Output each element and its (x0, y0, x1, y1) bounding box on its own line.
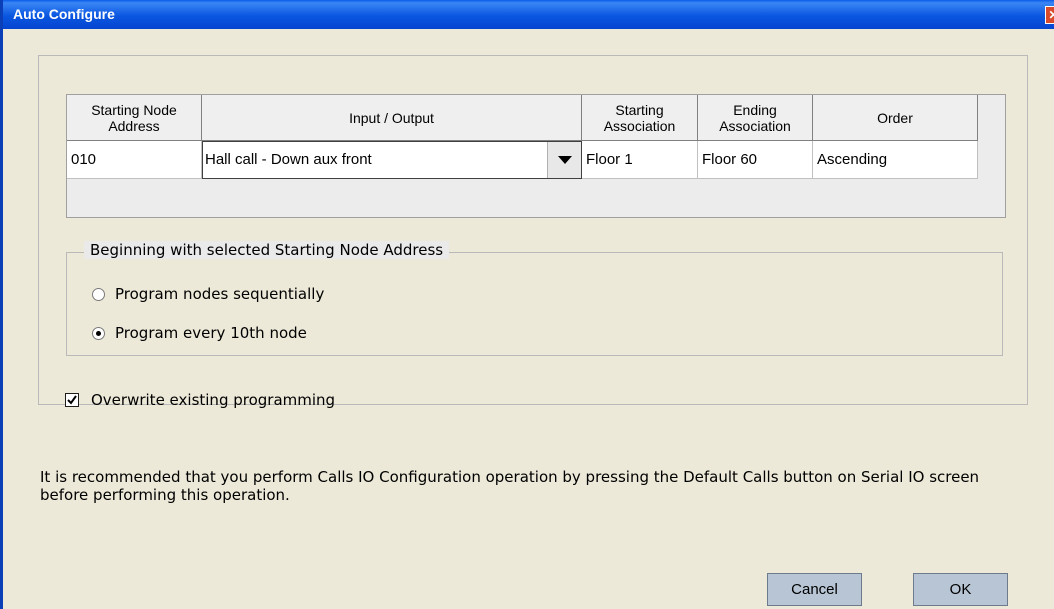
header-starting-node-address: Starting Node Address (67, 95, 202, 141)
radio-button-every-10th[interactable] (92, 326, 105, 340)
radio-label-sequential: Program nodes sequentially (115, 285, 325, 303)
title-bar[interactable]: Auto Configure ✕ (3, 0, 1054, 29)
recommendation-note: It is recommended that you perform Calls… (40, 468, 980, 504)
input-output-value: Hall call - Down aux front (205, 151, 372, 168)
header-starting-association: Starting Association (582, 95, 698, 141)
overwrite-checkbox[interactable] (65, 393, 79, 407)
radio-program-every-10th[interactable]: Program every 10th node (92, 322, 307, 344)
cell-order[interactable]: Ascending (813, 141, 978, 179)
header-input-output: Input / Output (202, 95, 582, 141)
overwrite-label: Overwrite existing programming (91, 391, 336, 409)
configuration-grid: Starting Node Address Input / Output Sta… (66, 94, 1006, 218)
chevron-down-icon (558, 156, 572, 164)
cell-starting-node-address[interactable]: 010 (67, 141, 202, 179)
radio-button-sequential[interactable] (92, 287, 105, 301)
ok-button[interactable]: OK (913, 573, 1008, 606)
overwrite-checkbox-row[interactable]: Overwrite existing programming (65, 389, 335, 411)
header-ending-association: Ending Association (698, 95, 813, 141)
beginning-group-legend: Beginning with selected Starting Node Ad… (84, 241, 450, 259)
radio-label-every-10th: Program every 10th node (115, 324, 307, 342)
header-order: Order (813, 95, 978, 141)
close-icon: ✕ (1048, 8, 1054, 22)
radio-program-sequentially[interactable]: Program nodes sequentially (92, 283, 324, 305)
dropdown-button[interactable] (547, 142, 581, 178)
check-icon (67, 395, 77, 405)
window-title: Auto Configure (13, 6, 115, 22)
cancel-button[interactable]: Cancel (767, 573, 862, 606)
close-button[interactable]: ✕ (1045, 6, 1054, 24)
cell-ending-association[interactable]: Floor 60 (698, 141, 813, 179)
cell-starting-association[interactable]: Floor 1 (582, 141, 698, 179)
input-output-select[interactable]: Hall call - Down aux front (202, 141, 582, 179)
